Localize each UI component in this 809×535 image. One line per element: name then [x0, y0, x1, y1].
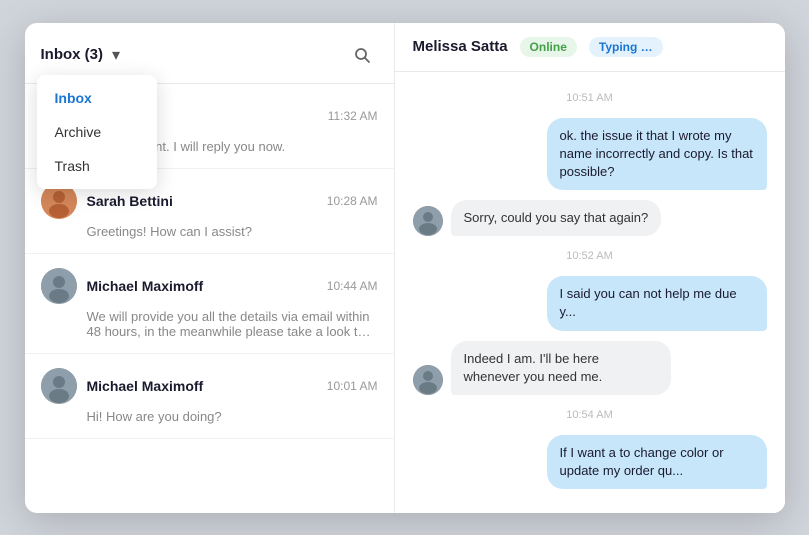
msg-row-agent1: Sorry, could you say that again? — [413, 200, 767, 236]
msg-time-1051: 10:51 AM — [413, 92, 767, 104]
right-header: Melissa Satta Online Typing … — [395, 23, 785, 72]
inbox-dropdown: Inbox Archive Trash — [37, 75, 157, 189]
msg-row-user3: If I want a to change color or update my… — [413, 435, 767, 489]
msg-bubble-user2: I said you can not help me due y... — [547, 276, 767, 330]
conv-name-michael1: Michael Maximoff — [87, 278, 204, 294]
agent-avatar-1 — [413, 206, 443, 236]
inbox-selector[interactable]: Inbox (3) ▾ — [41, 46, 124, 63]
conv-item-header-michael1: Michael Maximoff 10:44 AM — [41, 268, 378, 304]
dropdown-item-trash[interactable]: Trash — [37, 149, 157, 183]
conv-time-sarah: 10:28 AM — [327, 194, 378, 208]
msg-time-1054: 10:54 AM — [413, 409, 767, 421]
conv-preview-sarah: Greetings! How can I assist? — [41, 224, 378, 239]
conv-item-header-michael2: Michael Maximoff 10:01 AM — [41, 368, 378, 404]
search-button[interactable] — [346, 39, 378, 71]
agent-avatar-face-icon — [413, 206, 443, 236]
conv-name-michael2: Michael Maximoff — [87, 378, 204, 394]
conv-item-michael2[interactable]: Michael Maximoff 10:01 AM Hi! How are yo… — [25, 354, 394, 439]
agent-avatar2-face-icon — [413, 365, 443, 395]
dropdown-item-archive[interactable]: Archive — [37, 115, 157, 149]
online-badge: Online — [520, 37, 577, 57]
search-icon — [354, 47, 370, 63]
chevron-down-icon: ▾ — [109, 48, 123, 62]
avatar-michael1 — [41, 268, 77, 304]
msg-row-agent2: Indeed I am. I'll be here whenever you n… — [413, 341, 767, 395]
conv-name-sarah: Sarah Bettini — [87, 193, 173, 209]
conv-user-michael2: Michael Maximoff — [41, 368, 204, 404]
conv-preview-michael2: Hi! How are you doing? — [41, 409, 378, 424]
conv-time-melissa: 11:32 AM — [328, 109, 378, 123]
conv-item-michael1[interactable]: Michael Maximoff 10:44 AM We will provid… — [25, 254, 394, 354]
conv-time-michael1: 10:44 AM — [327, 279, 378, 293]
inbox-title: Inbox (3) — [41, 46, 104, 63]
avatar-face-michael1-icon — [41, 268, 77, 304]
left-header: Inbox (3) ▾ Inbox Archive Trash — [25, 23, 394, 84]
contact-name: Melissa Satta — [413, 38, 508, 55]
left-panel: Inbox (3) ▾ Inbox Archive Trash — [25, 23, 395, 513]
msg-bubble-agent1: Sorry, could you say that again? — [451, 200, 662, 236]
avatar-michael2 — [41, 368, 77, 404]
msg-row-user2: I said you can not help me due y... — [413, 276, 767, 330]
conv-user-michael1: Michael Maximoff — [41, 268, 204, 304]
msg-bubble-user3: If I want a to change color or update my… — [547, 435, 767, 489]
msg-bubble-user1: ok. the issue it that I wrote my name in… — [547, 118, 767, 191]
avatar-face-michael2-icon — [41, 368, 77, 404]
app-window: Inbox (3) ▾ Inbox Archive Trash — [25, 23, 785, 513]
msg-row-user1: ok. the issue it that I wrote my name in… — [413, 118, 767, 191]
dropdown-item-inbox[interactable]: Inbox — [37, 81, 157, 115]
agent-avatar-2 — [413, 365, 443, 395]
msg-time-1052: 10:52 AM — [413, 250, 767, 262]
conv-time-michael2: 10:01 AM — [327, 379, 378, 393]
typing-badge: Typing … — [589, 37, 663, 57]
msg-bubble-agent2: Indeed I am. I'll be here whenever you n… — [451, 341, 671, 395]
right-panel: Melissa Satta Online Typing … 10:51 AM o… — [395, 23, 785, 513]
chat-area: 10:51 AM ok. the issue it that I wrote m… — [395, 72, 785, 513]
conv-preview-michael1: We will provide you all the details via … — [41, 309, 378, 339]
